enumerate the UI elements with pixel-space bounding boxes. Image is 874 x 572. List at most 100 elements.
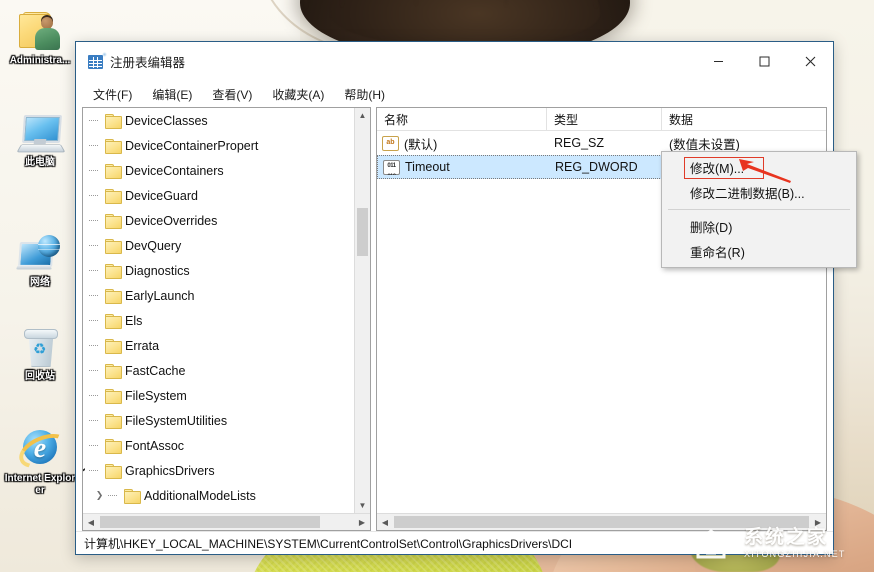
context-menu-item-modify[interactable]: 修改(M)... <box>662 155 856 180</box>
menu-bar: 文件(F) 编辑(E) 查看(V) 收藏夹(A) 帮助(H) <box>76 81 833 107</box>
value-name-cell: 011110 Timeout <box>378 160 548 175</box>
menu-file[interactable]: 文件(F) <box>84 83 141 106</box>
chevron-right-icon[interactable]: ❯ <box>83 265 86 276</box>
watermark-text: 系统之家 XITONGZHIJIA.NET <box>744 528 846 559</box>
minimize-button[interactable] <box>695 42 741 81</box>
value-name-cell: ab (默认) <box>377 134 547 153</box>
desktop-icon-recycle-bin[interactable]: ♻ 回收站 <box>2 322 78 383</box>
column-header-name[interactable]: 名称 <box>377 108 547 130</box>
context-menu-separator <box>668 209 850 210</box>
values-column-headers: 名称 类型 数据 <box>377 108 826 131</box>
desktop-icon-network[interactable]: 网络 <box>2 228 78 289</box>
tree-item-els[interactable]: ❯Els <box>83 308 359 333</box>
tree-item-label: DeviceOverrides <box>125 214 217 228</box>
scroll-down-arrow-icon[interactable]: ▼ <box>355 498 370 513</box>
window-controls <box>695 42 833 81</box>
chevron-right-icon[interactable]: ❯ <box>83 165 86 176</box>
menu-view[interactable]: 查看(V) <box>203 83 261 106</box>
context-menu-label: 删除(D) <box>690 217 732 236</box>
tree-item-label: EarlyLaunch <box>125 289 195 303</box>
chevron-right-icon[interactable]: ❯ <box>83 440 86 451</box>
folder-icon <box>105 264 120 277</box>
context-menu-item-modify-binary[interactable]: 修改二进制数据(B)... <box>662 180 856 205</box>
tree-hscroll-thumb[interactable] <box>100 516 320 528</box>
window-titlebar[interactable]: 注册表编辑器 <box>76 42 833 81</box>
chevron-down-icon[interactable]: ❯ <box>83 465 86 476</box>
tree-item-label: FileSystemUtilities <box>125 414 227 428</box>
tree-item-fontassoc[interactable]: ❯FontAssoc <box>83 433 359 458</box>
tree-item-devicecontainers[interactable]: ❯ DeviceContainers <box>83 158 359 183</box>
tree-item-filesystemutilities[interactable]: FileSystemUtilities <box>83 408 359 433</box>
tree-item-earlylaunch[interactable]: EarlyLaunch <box>83 283 359 308</box>
folder-icon <box>105 364 120 377</box>
chevron-right-icon[interactable]: ❯ <box>83 340 86 351</box>
chevron-right-icon[interactable]: ❯ <box>83 315 86 326</box>
menu-favorites[interactable]: 收藏夹(A) <box>263 83 333 106</box>
registry-path: 计算机\HKEY_LOCAL_MACHINE\SYSTEM\CurrentCon… <box>84 535 572 552</box>
menu-help[interactable]: 帮助(H) <box>335 83 394 106</box>
tree-item-errata[interactable]: ❯ Errata <box>83 333 359 358</box>
tree-vertical-scrollbar[interactable]: ▲ ▼ <box>354 108 370 513</box>
tree-item-deviceclasses[interactable]: ❯DeviceClasses <box>83 108 359 133</box>
desktop-icon-label: 网络 <box>2 277 78 289</box>
chevron-right-icon[interactable]: ❯ <box>83 240 86 251</box>
tree-scrollbar-thumb[interactable] <box>357 208 368 256</box>
maximize-button[interactable] <box>741 42 787 81</box>
scroll-left-arrow-icon[interactable]: ◀ <box>83 514 99 530</box>
tree-item-diagnostics[interactable]: ❯Diagnostics <box>83 258 359 283</box>
tree-item-deviceguard[interactable]: DeviceGuard <box>83 183 359 208</box>
folder-icon <box>105 339 120 352</box>
registry-editor-icon <box>88 55 103 69</box>
modify-highlight-box <box>684 157 764 179</box>
tree-horizontal-scrollbar[interactable]: ◀ ▶ <box>83 513 370 530</box>
registry-tree: ❯DeviceClasses❯DeviceContainerPropert❯De… <box>83 108 359 513</box>
tree-item-additionalmodelists[interactable]: ❯AdditionalModeLists <box>83 483 359 508</box>
tree-item-graphicsdrivers[interactable]: ❯GraphicsDrivers <box>83 458 359 483</box>
chevron-right-icon[interactable]: ❯ <box>83 140 86 151</box>
context-menu-item-rename[interactable]: 重命名(R) <box>662 239 856 264</box>
context-menu-label: 重命名(R) <box>690 242 745 261</box>
chevron-right-icon[interactable]: ❯ <box>94 490 105 501</box>
desktop-icon-administrator[interactable]: Administra... <box>2 6 78 67</box>
context-menu-label: 修改二进制数据(B)... <box>690 183 805 202</box>
tree-item-deviceoverrides[interactable]: ❯ DeviceOverrides <box>83 208 359 233</box>
recycle-bin-icon: ♻ <box>2 322 78 368</box>
folder-icon <box>105 239 120 252</box>
site-watermark: 系统之家 XITONGZHIJIA.NET <box>690 520 866 566</box>
value-type-cell: REG_SZ <box>547 136 662 150</box>
menu-edit[interactable]: 编辑(E) <box>143 83 201 106</box>
user-folder-icon <box>2 6 78 52</box>
computer-icon <box>2 108 78 154</box>
desktop-icon-this-pc[interactable]: 此电脑 <box>2 108 78 169</box>
folder-icon <box>124 489 139 502</box>
scroll-right-arrow-icon[interactable]: ▶ <box>354 514 370 530</box>
desktop-icon-internet-explorer[interactable]: e Internet Explorer <box>2 424 78 497</box>
tree-item-devicecontainerpropert[interactable]: ❯ DeviceContainerPropert <box>83 133 359 158</box>
close-button[interactable] <box>787 42 833 81</box>
value-name-text: (默认) <box>404 134 437 153</box>
tree-item-label: Errata <box>125 339 159 353</box>
watermark-logo-icon <box>690 526 738 560</box>
value-type-cell: REG_DWORD <box>548 160 663 174</box>
tree-item-filesystem[interactable]: FileSystem <box>83 383 359 408</box>
tree-item-label: DeviceContainers <box>125 164 224 178</box>
tree-item-fastcache[interactable]: ❯FastCache <box>83 358 359 383</box>
context-menu-item-delete[interactable]: 删除(D) <box>662 214 856 239</box>
column-header-data[interactable]: 数据 <box>662 108 826 130</box>
registry-tree-pane: ❯DeviceClasses❯DeviceContainerPropert❯De… <box>82 107 371 531</box>
scroll-left-arrow-icon[interactable]: ◀ <box>377 514 393 530</box>
scroll-up-arrow-icon[interactable]: ▲ <box>355 108 370 123</box>
column-header-type[interactable]: 类型 <box>547 108 662 130</box>
watermark-en: XITONGZHIJIA.NET <box>744 550 846 559</box>
chevron-right-icon[interactable]: ❯ <box>83 215 86 226</box>
chevron-right-icon[interactable]: ❯ <box>83 365 86 376</box>
value-data-cell: (数值未设置) <box>662 134 826 153</box>
tree-item-devquery[interactable]: ❯DevQuery <box>83 233 359 258</box>
tree-item-label: DeviceContainerPropert <box>125 139 258 153</box>
desktop-icon-label: Administra... <box>2 55 78 67</box>
folder-icon <box>105 314 120 327</box>
folder-icon <box>105 164 120 177</box>
chevron-right-icon[interactable]: ❯ <box>83 115 86 126</box>
wallpaper-hair-strands <box>296 0 646 36</box>
folder-icon <box>105 439 120 452</box>
